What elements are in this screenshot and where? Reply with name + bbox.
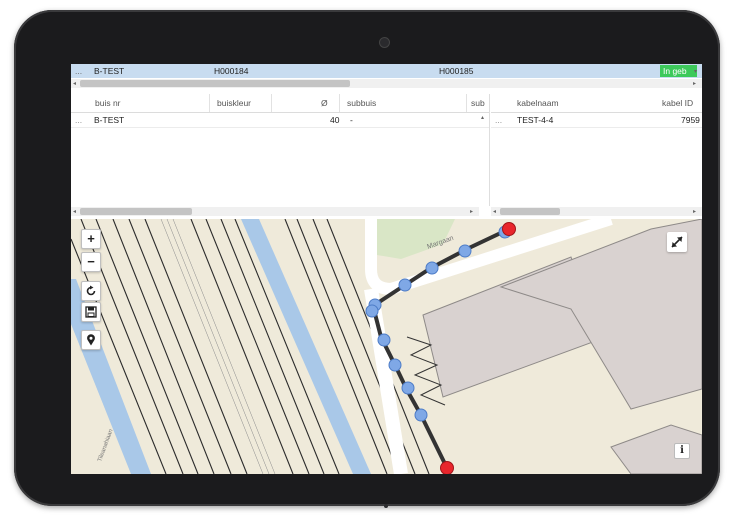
zoom-in-button[interactable]: +: [81, 229, 101, 249]
scroll-up-icon[interactable]: ▴: [481, 114, 484, 121]
cell-buis-nr: B-TEST: [94, 115, 125, 125]
cell-diameter: 40: [330, 115, 340, 125]
save-button[interactable]: [81, 302, 101, 322]
zoom-out-button[interactable]: −: [81, 252, 101, 272]
col-header-buis-nr[interactable]: buis nr: [95, 98, 121, 108]
buis-grid-vertical-scrollbar[interactable]: ▴ ▾: [479, 114, 488, 234]
col-header-subbuis[interactable]: subbuis: [347, 98, 376, 108]
selected-record-row[interactable]: ... B-TEST H000184 H000185 In geb ▾: [71, 64, 702, 78]
route-vertex[interactable]: [365, 304, 379, 318]
route-end-point[interactable]: [440, 461, 454, 475]
kabel-grid-horizontal-scrollbar[interactable]: ◂ ▸: [491, 207, 702, 216]
record-name: B-TEST: [94, 66, 125, 76]
map-canvas[interactable]: Margaan Tileanahiaan: [71, 219, 702, 474]
column-divider: [466, 94, 467, 112]
expand-icon: [671, 236, 683, 248]
table-row[interactable]: ... B-TEST 40 -: [71, 113, 489, 128]
map-view[interactable]: Margaan Tileanahiaan + − i: [71, 219, 702, 474]
info-button[interactable]: i: [674, 443, 690, 459]
app-screen: ... B-TEST H000184 H000185 In geb ▾ ◂ ▸ …: [71, 64, 702, 474]
route-start-point[interactable]: [502, 222, 516, 236]
cell-subbuis: -: [350, 115, 353, 125]
row-handle: ...: [495, 115, 503, 125]
save-icon: [85, 306, 97, 318]
kabel-grid: kabelnaam kabel ID ... TEST-4-4 7959: [491, 94, 702, 206]
route-vertex[interactable]: [398, 278, 412, 292]
scrollbar-thumb[interactable]: [80, 80, 350, 87]
fullscreen-button[interactable]: [667, 232, 687, 252]
record-start-node: H000184: [214, 66, 249, 76]
location-pin-icon: [87, 334, 95, 346]
col-header-kabel-id[interactable]: kabel ID: [662, 98, 693, 108]
column-divider: [209, 94, 210, 112]
column-divider: [271, 94, 272, 112]
col-header-sub[interactable]: sub: [471, 98, 485, 108]
top-horizontal-scrollbar[interactable]: ◂ ▸: [71, 79, 702, 88]
route-vertex[interactable]: [388, 358, 402, 372]
scroll-right-icon[interactable]: ▸: [693, 208, 696, 215]
status-badge: In geb: [660, 65, 697, 77]
scroll-left-icon[interactable]: ◂: [73, 80, 76, 87]
record-end-node: H000185: [439, 66, 474, 76]
route-vertex[interactable]: [377, 333, 391, 347]
scroll-down-icon[interactable]: ▾: [694, 68, 697, 75]
cell-kabel-id: 7959: [681, 115, 700, 125]
home-sensor: [384, 504, 388, 508]
row-handle: ...: [75, 66, 83, 76]
kabel-grid-header: kabelnaam kabel ID: [491, 94, 702, 113]
route-vertex[interactable]: [414, 408, 428, 422]
refresh-icon: [86, 285, 96, 296]
scroll-left-icon[interactable]: ◂: [493, 208, 496, 215]
front-camera: [379, 37, 390, 48]
scroll-right-icon[interactable]: ▸: [470, 208, 473, 215]
buis-grid: buis nr buiskleur Ø subbuis sub ... B-TE…: [71, 94, 490, 231]
table-row[interactable]: ... TEST-4-4 7959: [491, 113, 702, 128]
scrollbar-thumb[interactable]: [500, 208, 560, 215]
col-header-diameter[interactable]: Ø: [321, 98, 328, 108]
col-header-kabelnaam[interactable]: kabelnaam: [517, 98, 559, 108]
buis-grid-header: buis nr buiskleur Ø subbuis sub: [71, 94, 489, 113]
scrollbar-thumb[interactable]: [80, 208, 192, 215]
route-vertex[interactable]: [458, 244, 472, 258]
buis-grid-horizontal-scrollbar[interactable]: ◂ ▸: [71, 207, 479, 216]
scroll-left-icon[interactable]: ◂: [73, 208, 76, 215]
row-handle: ...: [75, 115, 83, 125]
route-vertex[interactable]: [401, 381, 415, 395]
col-header-buiskleur[interactable]: buiskleur: [217, 98, 251, 108]
cell-kabelnaam: TEST-4-4: [517, 115, 554, 125]
route-vertex[interactable]: [425, 261, 439, 275]
column-divider: [339, 94, 340, 112]
refresh-button[interactable]: [81, 281, 101, 301]
tablet-frame: ... B-TEST H000184 H000185 In geb ▾ ◂ ▸ …: [14, 10, 720, 508]
scroll-right-icon[interactable]: ▸: [693, 80, 696, 87]
location-button[interactable]: [81, 330, 101, 350]
